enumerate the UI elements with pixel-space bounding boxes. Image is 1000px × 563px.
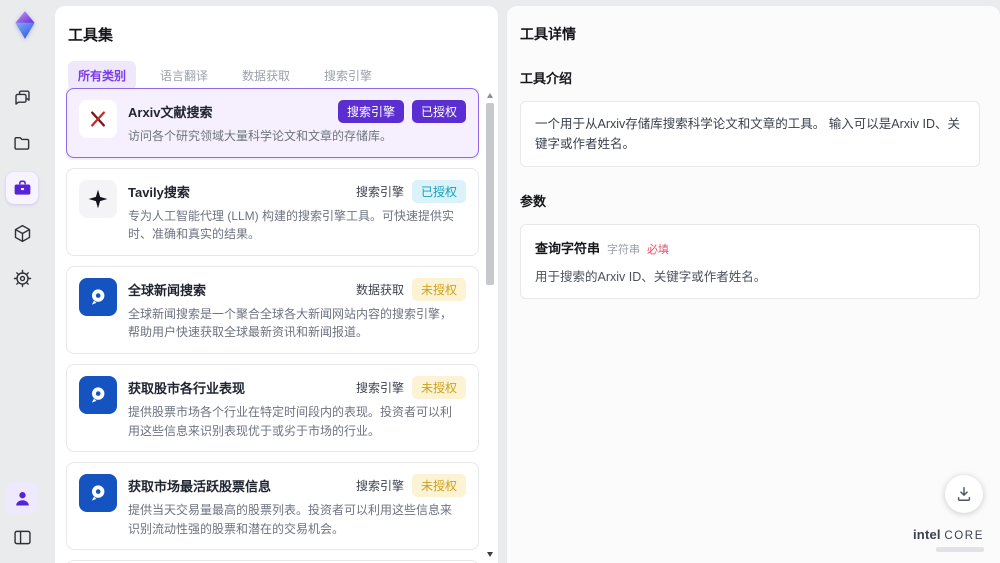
- category-tab-0[interactable]: 所有类别: [68, 61, 137, 90]
- news-search-icon: [79, 375, 117, 414]
- category-tab-2[interactable]: 数据获取: [232, 61, 300, 90]
- sidebar: [0, 0, 55, 563]
- tool-card[interactable]: Arxiv文献搜索 访问各个研究领域大量科学论文和文章的存储库。 搜索引擎 已授权: [66, 88, 479, 158]
- tool-badges: 数据获取 未授权: [355, 277, 466, 301]
- chat-icon[interactable]: [6, 82, 38, 114]
- tool-card[interactable]: 全球新闻搜索 全球新闻搜索是一个聚合全球各大新闻网站内容的搜索引擎，帮助用户快速获…: [66, 265, 479, 354]
- param-required-flag: 必填: [647, 244, 670, 256]
- brand-subline: [936, 547, 984, 552]
- download-icon: [957, 487, 971, 501]
- panel-toggle-icon[interactable]: [6, 521, 38, 553]
- cube-icon[interactable]: [6, 217, 38, 249]
- arxiv-icon: [79, 100, 117, 138]
- category-badge: 搜索引擎: [355, 479, 404, 494]
- user-icon[interactable]: [6, 482, 38, 514]
- tool-description: 提供股票市场各个行业在特定时间段内的表现。投资者可以利用这些信息来识别表现优于或…: [128, 404, 453, 438]
- sidebar-nav: [6, 82, 38, 294]
- intro-heading: 工具介绍: [520, 71, 573, 86]
- tavily-star-icon: [79, 179, 117, 218]
- detail-panel: 工具详情 工具介绍 一个用于从Arxiv存储库搜索科学论文和文章的工具。 输入可…: [507, 6, 1000, 563]
- tool-description: 访问各个研究领域大量科学论文和文章的存储库。: [128, 129, 393, 143]
- news-search-icon: [79, 474, 117, 513]
- folder-icon[interactable]: [6, 127, 38, 159]
- scroll-up-icon[interactable]: [487, 93, 493, 98]
- tool-badges: 搜索引擎 未授权: [355, 375, 466, 399]
- sidebar-bottom: [6, 482, 38, 553]
- tool-description: 全球新闻搜索是一个聚合全球各大新闻网站内容的搜索引擎，帮助用户快速获取全球最新资…: [128, 306, 453, 340]
- tool-badges: 搜索引擎 未授权: [355, 474, 466, 498]
- category-badge: 搜索引擎: [355, 184, 404, 199]
- category-tab-3[interactable]: 搜索引擎: [314, 61, 382, 90]
- intro-text: 一个用于从Arxiv存储库搜索科学论文和文章的工具。 输入可以是Arxiv ID…: [535, 117, 961, 151]
- param-description: 用于搜索的Arxiv ID、关键字或作者姓名。: [535, 270, 767, 284]
- settings-icon[interactable]: [6, 262, 38, 294]
- auth-status-badge: 已授权: [411, 100, 466, 123]
- scroll-down-icon[interactable]: [487, 552, 493, 557]
- category-badge: 搜索引擎: [337, 100, 404, 123]
- download-button[interactable]: [945, 475, 983, 513]
- scrollbar-thumb[interactable]: [486, 103, 494, 285]
- app-window: 工具集 所有类别 语言翻译 数据获取 搜索引擎 Arxiv文献搜索 访问各个研究领域大量…: [0, 0, 1000, 563]
- param-card: 查询字符串 字符串 必填 用于搜索的Arxiv ID、关键字或作者姓名。: [520, 224, 980, 299]
- category-badge: 数据获取: [355, 282, 404, 297]
- auth-status-badge: 未授权: [411, 277, 466, 301]
- tool-description: 提供当天交易量最高的股票列表。投资者可以利用这些信息来识别流动性强的股票和潜在的…: [128, 503, 453, 536]
- tool-list: Arxiv文献搜索 访问各个研究领域大量科学论文和文章的存储库。 搜索引擎 已授权 Ta…: [66, 88, 479, 563]
- param-name: 查询字符串: [535, 241, 601, 256]
- tool-badges: 搜索引擎 已授权: [337, 100, 466, 123]
- category-tabs: 所有类别 语言翻译 数据获取 搜索引擎: [68, 61, 487, 90]
- intro-box: 一个用于从Arxiv存储库搜索科学论文和文章的工具。 输入可以是Arxiv ID…: [520, 101, 980, 167]
- page-title: 工具集: [68, 27, 114, 44]
- tool-description: 专为人工智能代理 (LLM) 构建的搜索引擎工具。可快速提供实时、准确和真实的结…: [128, 208, 455, 242]
- tool-card[interactable]: Tavily搜索 专为人工智能代理 (LLM) 构建的搜索引擎工具。可快速提供实时…: [66, 167, 479, 256]
- auth-status-badge: 未授权: [411, 474, 466, 498]
- param-type: 字符串: [607, 244, 641, 256]
- news-search-icon: [79, 277, 117, 316]
- toolbox-icon[interactable]: [6, 172, 38, 204]
- category-badge: 搜索引擎: [355, 380, 404, 395]
- params-heading: 参数: [520, 194, 547, 209]
- tool-badges: 搜索引擎 已授权: [355, 179, 466, 203]
- brand-intel-text: intel: [913, 527, 941, 543]
- scrollbar[interactable]: [485, 90, 496, 560]
- auth-status-badge: 未授权: [411, 375, 466, 399]
- tool-card[interactable]: 获取股市各行业表现 提供股票市场各个行业在特定时间段内的表现。投资者可以利用这些信…: [66, 363, 479, 453]
- category-tab-1[interactable]: 语言翻译: [150, 61, 218, 90]
- detail-title: 工具详情: [520, 26, 576, 42]
- tool-card[interactable]: 获取市场最活跃股票信息 提供当天交易量最高的股票列表。投资者可以利用这些信息来识别…: [66, 462, 479, 551]
- param-header: 查询字符串 字符串 必填: [535, 238, 965, 257]
- tools-panel: 工具集 所有类别 语言翻译 数据获取 搜索引擎 Arxiv文献搜索 访问各个研究领域大量…: [55, 6, 498, 563]
- brand-core-text: core: [944, 530, 984, 543]
- app-logo-icon[interactable]: [8, 8, 42, 42]
- intel-core-logo: intel core: [913, 528, 984, 552]
- auth-status-badge: 已授权: [411, 179, 466, 203]
